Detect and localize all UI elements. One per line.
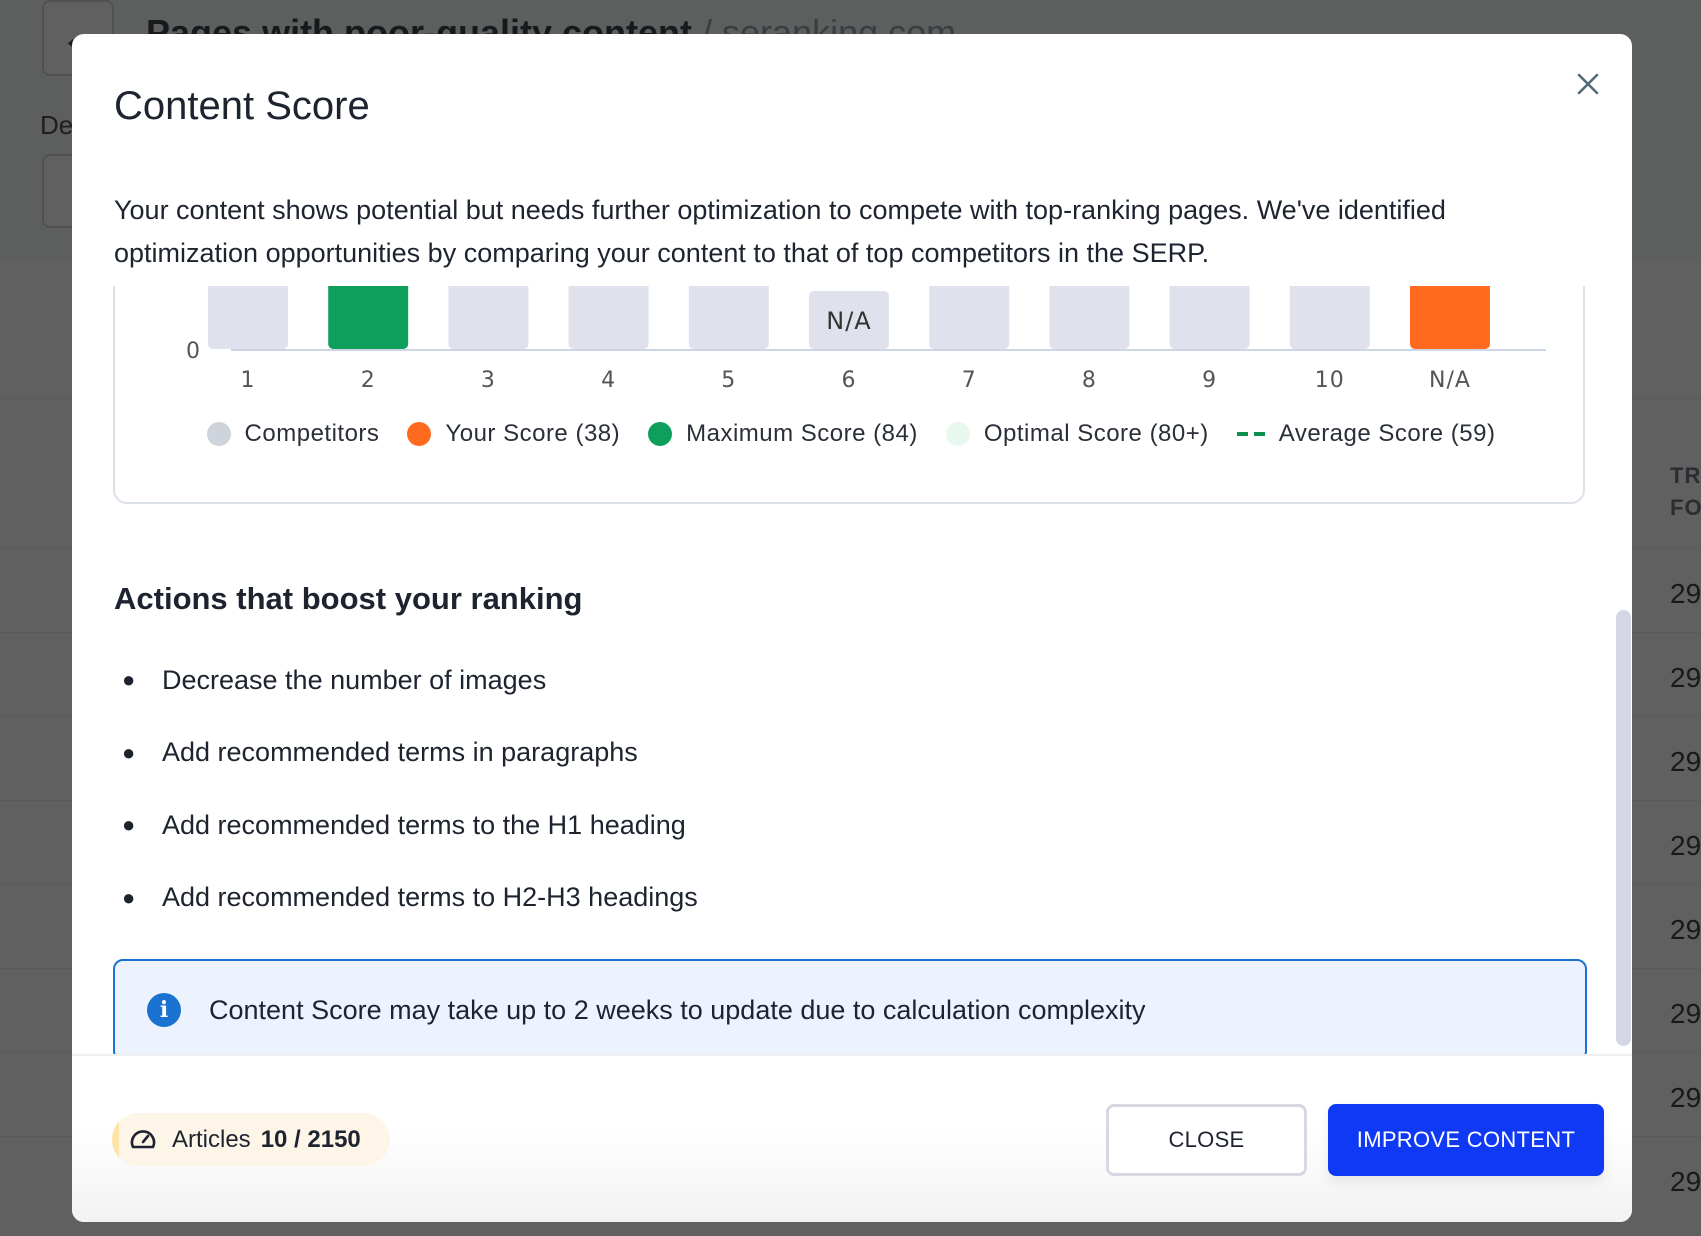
x-tick-label: 8 xyxy=(1082,368,1097,393)
dashed-line-icon xyxy=(1236,432,1265,436)
chart-bar xyxy=(208,286,288,349)
content-score-modal: Content Score Your content shows potenti… xyxy=(72,34,1632,1222)
close-modal-button[interactable] xyxy=(1568,64,1608,104)
chart-bar xyxy=(448,286,529,349)
chart-bar xyxy=(1169,286,1250,349)
bullet-icon: ● xyxy=(122,667,136,693)
x-tick-label: N/A xyxy=(1429,368,1471,393)
chart-bar xyxy=(1049,286,1130,349)
x-tick-label: 4 xyxy=(601,368,616,393)
actions-list: ● Decrease the number of images ● Add reco… xyxy=(114,644,698,934)
modal-scroll-area[interactable]: 0 1 2 3 4 5 N/A 6 7 8 9 10 N/A Competitors Your Score… xyxy=(72,286,1632,1054)
gauge-icon xyxy=(130,1129,156,1148)
list-item: ● Add recommended terms in paragraphs xyxy=(114,717,698,790)
legend-dot-icon xyxy=(407,422,432,446)
bullet-icon: ● xyxy=(122,739,136,765)
articles-usage-progress xyxy=(112,1113,119,1166)
info-icon: i xyxy=(147,993,181,1027)
close-icon xyxy=(1577,73,1599,95)
legend-label: Your Score (38) xyxy=(445,420,621,447)
score-chart-card: 0 1 2 3 4 5 N/A 6 7 8 9 10 N/A Competitors Your Score… xyxy=(113,286,1585,504)
modal-title: Content Score xyxy=(114,84,370,128)
legend-item-average[interactable]: Average Score (59) xyxy=(1236,420,1496,448)
chart-bar xyxy=(1410,286,1490,349)
chart-bar xyxy=(568,286,649,349)
articles-usage-badge: Articles 10 / 2150 xyxy=(112,1113,390,1166)
legend-item-maximum[interactable]: Maximum Score (84) xyxy=(648,420,918,448)
bullet-icon: ● xyxy=(122,884,136,910)
x-tick-label: 2 xyxy=(361,368,376,393)
articles-count: 10 / 2150 xyxy=(260,1125,361,1153)
legend-label: Average Score (59) xyxy=(1278,420,1496,447)
x-tick-label: 9 xyxy=(1202,368,1217,393)
x-tick-label: 6 xyxy=(842,368,857,393)
list-item: ● Add recommended terms to the H1 heading xyxy=(114,789,698,862)
modal-footer: Articles 10 / 2150 CLOSE IMPROVE CONTENT xyxy=(72,1056,1632,1222)
legend-dot-icon xyxy=(648,422,673,446)
x-tick-label: 5 xyxy=(721,368,736,393)
legend-item-competitor[interactable]: Competitors xyxy=(206,420,380,448)
x-tick-label: 3 xyxy=(481,368,496,393)
legend-dot-icon xyxy=(945,422,970,446)
legend-item-your_score[interactable]: Your Score (38) xyxy=(407,420,620,448)
chart-bar xyxy=(1289,286,1370,349)
score-bar-chart: 0 1 2 3 4 5 N/A 6 7 8 9 10 N/A xyxy=(186,286,1546,393)
info-notice: i Content Score may take up to 2 weeks t… xyxy=(113,959,1587,1054)
legend-item-optimal[interactable]: Optimal Score (80+) xyxy=(945,420,1209,448)
bullet-icon: ● xyxy=(122,812,136,838)
legend-label: Optimal Score (80+) xyxy=(983,420,1209,447)
chart-legend: Competitors Your Score (38) Maximum Score … xyxy=(115,420,1587,448)
chart-bar-label: N/A xyxy=(826,307,871,335)
actions-heading: Actions that boost your ranking xyxy=(114,581,583,616)
chart-bar xyxy=(929,286,1010,349)
modal-description: Your content shows potential but needs f… xyxy=(114,195,1446,268)
list-item: ● Add recommended terms to H2-H3 headings xyxy=(114,862,698,935)
close-button[interactable]: CLOSE xyxy=(1106,1104,1307,1176)
x-tick-label: 10 xyxy=(1315,368,1345,393)
legend-label: Maximum Score (84) xyxy=(686,420,918,447)
x-tick-label: 7 xyxy=(962,368,977,393)
chart-bar xyxy=(688,286,769,349)
chart-bar xyxy=(328,286,409,349)
articles-label: Articles xyxy=(172,1125,251,1153)
info-text: Content Score may take up to 2 weeks to … xyxy=(209,994,1146,1025)
x-tick-label: 1 xyxy=(241,368,256,393)
legend-dot-icon xyxy=(206,422,231,446)
y-tick-label: 0 xyxy=(186,339,200,364)
list-item: ● Decrease the number of images xyxy=(114,644,698,717)
improve-content-button[interactable]: IMPROVE CONTENT xyxy=(1328,1104,1604,1176)
legend-label: Competitors xyxy=(244,420,380,447)
modal-scrollbar[interactable] xyxy=(1616,610,1631,1046)
